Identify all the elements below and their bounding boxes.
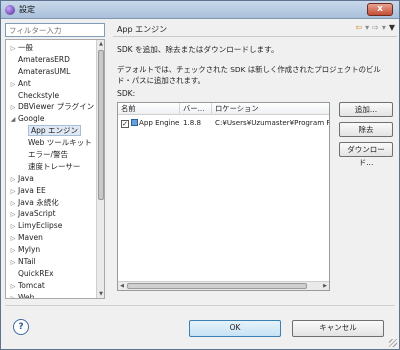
- eclipse-icon: [5, 4, 15, 15]
- tree-item-label: Web ツールキット: [28, 138, 92, 148]
- tree-item[interactable]: ▷ Java: [6, 173, 98, 185]
- preference-page: App エンジン ⇦ ▾ ⇨ ▾ ▼ SDK を追加、除去またはダウンロードしま…: [113, 21, 397, 301]
- column-version[interactable]: バー...: [180, 103, 212, 115]
- tree-item-label: LimyEclipse: [18, 221, 63, 231]
- scroll-right-icon[interactable]: ▶: [321, 282, 329, 290]
- column-name[interactable]: 名前: [118, 103, 180, 115]
- download-button[interactable]: ダウンロード...: [339, 142, 393, 167]
- add-button[interactable]: 追加...: [339, 102, 393, 117]
- filter-input[interactable]: [5, 23, 105, 37]
- tree-item-label: Maven: [18, 233, 43, 243]
- page-title: App エンジン: [117, 25, 168, 34]
- help-icon[interactable]: ?: [13, 319, 29, 335]
- page-description: SDK を追加、除去またはダウンロードします。: [117, 45, 279, 54]
- sdk-location: C:¥Users¥Uzumaster¥Program Files: [215, 118, 330, 127]
- tree-item[interactable]: ▷ Maven: [6, 232, 98, 244]
- tree-item-label: Google: [18, 114, 45, 124]
- sdk-enabled-checkbox[interactable]: ✓: [121, 120, 129, 128]
- column-location[interactable]: ロケーション: [212, 103, 329, 115]
- tree-item[interactable]: ▷ LimyEclipse: [6, 220, 98, 232]
- tree-item-label: Web: [18, 292, 35, 299]
- tree-scrollbar[interactable]: ▲ ▼: [96, 40, 104, 298]
- page-navigation: ⇦ ▾ ⇨ ▾ ▼: [355, 23, 395, 32]
- tree-item[interactable]: ▷ Java 永続化: [6, 197, 98, 209]
- preferences-window: 設定 x ▷一般AmaterasERDAmaterasUML▷AntChecks…: [0, 0, 400, 350]
- preference-navigation: ▷一般AmaterasERDAmaterasUML▷AntCheckstyle▷…: [5, 23, 105, 299]
- tree-item[interactable]: App エンジン: [6, 125, 98, 137]
- tree-item[interactable]: ▷ Web: [6, 292, 98, 299]
- tree-item-label: Java: [18, 173, 34, 183]
- tree-item-label: DBViewer プラグイン: [18, 102, 95, 112]
- chevron-down-icon[interactable]: ▾: [365, 23, 369, 32]
- tree-item-label: NTail: [18, 257, 36, 267]
- tree-item-label: Tomcat: [18, 280, 45, 290]
- scroll-up-icon[interactable]: ▲: [97, 40, 104, 48]
- scroll-left-icon[interactable]: ◀: [118, 282, 126, 290]
- tree-item[interactable]: QuickREx: [6, 268, 98, 280]
- scroll-down-icon[interactable]: ▼: [97, 290, 104, 298]
- table-horizontal-scrollbar[interactable]: ◀ ▶: [118, 281, 329, 290]
- page-note: デフォルトでは、チェックされた SDK は新しく作成されたプロジェクトのビルド・…: [117, 65, 381, 85]
- tree-item[interactable]: ▷ DBViewer プラグイン: [6, 101, 98, 113]
- tree-item-label: QuickREx: [18, 268, 54, 278]
- tree-item-label: App エンジン: [28, 125, 82, 137]
- sdk-table: 名前 バー... ロケーション ✓ App Engine 1.8.8 C:¥Use…: [117, 102, 330, 291]
- tree-item-label: Java 永続化: [18, 197, 59, 207]
- app-engine-icon: [131, 119, 138, 126]
- forward-arrow-icon[interactable]: ⇨: [372, 23, 379, 32]
- preference-tree: ▷ 一般 AmaterasERD AmaterasUML ▷ Ant Checkstyle ▷…: [5, 39, 105, 299]
- sdk-name: App Engine: [139, 118, 180, 127]
- sdk-name-cell: ✓ App Engine: [118, 117, 180, 129]
- window-title: 設定: [19, 5, 35, 14]
- table-row[interactable]: ✓ App Engine 1.8.8 C:¥Users¥Uzumaster¥Pro…: [118, 117, 329, 129]
- tree-item[interactable]: Checkstyle: [6, 90, 98, 102]
- tree-item-label: Java EE: [18, 185, 46, 195]
- cancel-button[interactable]: キャンセル: [292, 320, 384, 337]
- sdk-label: SDK:: [117, 89, 136, 98]
- tree-item-label: Checkstyle: [18, 90, 60, 100]
- chevron-down-icon[interactable]: ▾: [382, 23, 386, 32]
- scroll-thumb[interactable]: [98, 50, 104, 200]
- table-header: 名前 バー... ロケーション: [118, 103, 329, 115]
- tree-item-label: 速度トレーサー: [28, 161, 81, 171]
- close-button[interactable]: x: [367, 3, 393, 16]
- tree-item-label: AmaterasUML: [18, 66, 71, 76]
- tree-item-label: JavaScript: [18, 209, 56, 219]
- remove-button[interactable]: 除去: [339, 122, 393, 137]
- tree-item[interactable]: ▷ Mylyn: [6, 244, 98, 256]
- tree-item[interactable]: AmaterasERD: [6, 54, 98, 66]
- collapsed-arrow-icon[interactable]: ▷: [8, 293, 18, 298]
- tree-item-label: 一般: [18, 43, 33, 52]
- tree-item[interactable]: ◢ Google: [6, 113, 98, 125]
- view-menu-icon[interactable]: ▼: [389, 23, 395, 32]
- title-bar: 設定 x: [1, 1, 399, 19]
- tree-item[interactable]: ▷ 一般: [6, 42, 98, 54]
- tree-item[interactable]: ▷ Tomcat: [6, 280, 98, 292]
- tree-item[interactable]: 速度トレーサー: [6, 161, 98, 173]
- resize-grip-icon[interactable]: [389, 339, 397, 347]
- sdk-version: 1.8.8: [183, 118, 202, 127]
- scroll-thumb[interactable]: [127, 283, 307, 289]
- tree-item[interactable]: ▷ Ant: [6, 78, 98, 90]
- tree-item[interactable]: エラー/警告: [6, 149, 98, 161]
- tree-item[interactable]: ▷ JavaScript: [6, 208, 98, 220]
- tree-item[interactable]: ▷ NTail: [6, 256, 98, 268]
- tree-item-label: エラー/警告: [28, 150, 69, 160]
- tree-list: ▷ 一般 AmaterasERD AmaterasUML ▷ Ant Checkstyle ▷…: [6, 42, 98, 299]
- tree-item-label: Ant: [18, 78, 31, 88]
- tree-item[interactable]: Web ツールキット: [6, 137, 98, 149]
- tree-item-label: AmaterasERD: [18, 54, 70, 64]
- footer-divider: [5, 305, 395, 306]
- page-header: App エンジン ⇦ ▾ ⇨ ▾ ▼: [113, 21, 397, 37]
- tree-item[interactable]: AmaterasUML: [6, 66, 98, 78]
- tree-item[interactable]: ▷ Java EE: [6, 185, 98, 197]
- ok-button[interactable]: OK: [189, 320, 281, 337]
- back-arrow-icon[interactable]: ⇦: [355, 23, 362, 32]
- tree-item-label: Mylyn: [18, 245, 41, 255]
